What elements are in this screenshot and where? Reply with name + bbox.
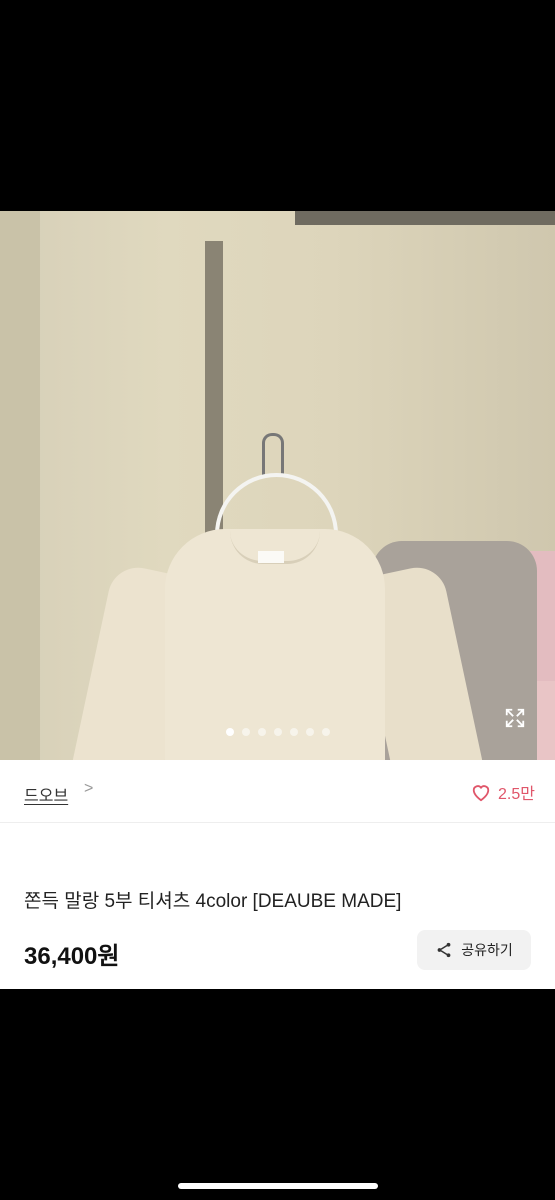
- carousel-dot[interactable]: [289, 728, 298, 736]
- product-image[interactable]: [0, 211, 555, 760]
- carousel-dot[interactable]: [305, 728, 314, 736]
- brand-link[interactable]: 드오브: [24, 782, 68, 806]
- price-value: 36,400: [24, 943, 98, 970]
- like-count: 2.5만: [498, 786, 535, 803]
- home-indicator[interactable]: [178, 1183, 378, 1189]
- brand-row: 드오브 > 2.5만: [0, 760, 555, 823]
- rack-rail: [295, 211, 555, 225]
- rack-pillar: [205, 241, 223, 541]
- share-icon: [437, 942, 451, 958]
- chevron-right-icon[interactable]: >: [84, 780, 93, 798]
- expand-icon[interactable]: [504, 707, 526, 729]
- carousel-dot[interactable]: [225, 728, 234, 736]
- carousel-dot[interactable]: [257, 728, 266, 736]
- heart-icon: [472, 785, 490, 802]
- product-title: 쫀득 말랑 5부 티셔츠 4color [DEAUBE MADE]: [24, 891, 402, 912]
- share-label: 공유하기: [461, 942, 513, 958]
- hanger-hook: [262, 433, 284, 476]
- product-price: 36,400원: [24, 936, 120, 971]
- tshirt-label: [258, 551, 284, 563]
- wall-background: [0, 211, 40, 760]
- product-info: 드오브 > 2.5만 쫀득 말랑 5부 티셔츠 4color [DEAUBE M…: [0, 760, 555, 989]
- like-button[interactable]: 2.5만: [470, 780, 535, 804]
- price-unit: 원: [97, 943, 120, 970]
- carousel-dot[interactable]: [241, 728, 250, 736]
- carousel-dots: [0, 728, 555, 736]
- beige-tshirt: [67, 529, 488, 760]
- carousel-dot[interactable]: [273, 728, 282, 736]
- carousel-dot[interactable]: [321, 728, 330, 736]
- share-button[interactable]: 공유하기: [417, 930, 531, 970]
